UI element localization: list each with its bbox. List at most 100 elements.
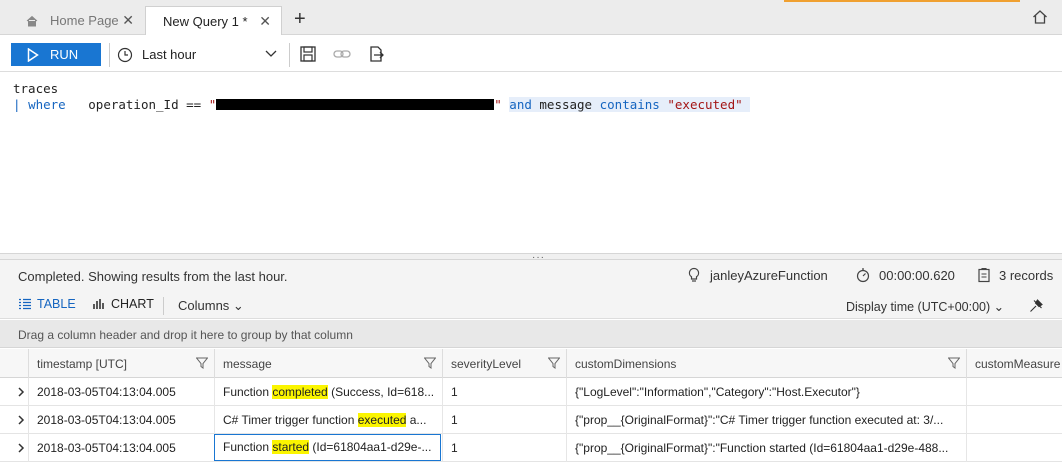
message-field: message (539, 97, 593, 112)
home-icon[interactable] (1032, 9, 1048, 25)
record-count: 3 records (999, 267, 1054, 283)
display-time-dropdown[interactable]: Display time (UTC+00:00) ⌄ (846, 299, 1004, 314)
editor-line-2: | where operation_Id == " " and message c… (13, 97, 751, 112)
add-tab-icon[interactable]: + (294, 9, 306, 29)
table-icon (19, 298, 31, 310)
tab-query-label: New Query 1 * (163, 13, 248, 29)
bar-chart-icon (93, 299, 104, 309)
message-text: (Id=61804aa1-d29e-... (309, 440, 432, 454)
column-header-label: severityLevel (451, 357, 522, 371)
column-header-timestamp[interactable]: timestamp [UTC] (28, 349, 214, 378)
close-icon[interactable]: ✕ (122, 12, 134, 29)
quote-open: " (208, 97, 217, 112)
chevron-right-icon[interactable] (16, 442, 26, 454)
cell-custom-measure (966, 434, 1062, 462)
message-text: C# Timer trigger function (223, 413, 358, 427)
column-header-custom-dimensions[interactable]: customDimensions (566, 349, 966, 378)
table-row[interactable]: 2018-03-05T04:13:04.005 C# Timer trigger… (0, 406, 1062, 434)
search-highlight: started (272, 440, 310, 454)
message-text: (Success, Id=618... (327, 385, 435, 399)
column-header-label: customMeasure (975, 357, 1061, 371)
chevron-down-icon (265, 50, 277, 57)
app-name: janleyAzureFunction (710, 267, 828, 283)
cell-timestamp: 2018-03-05T04:13:04.005 (28, 406, 214, 434)
query-duration: 00:00:00.620 (879, 267, 955, 283)
search-highlight: completed (272, 385, 328, 399)
cell-message: Function completed (Success, Id=618... (214, 378, 442, 406)
tab-chart[interactable]: CHART (92, 297, 154, 311)
filter-icon[interactable] (424, 357, 436, 369)
column-header-label: message (223, 357, 272, 371)
clock-icon (117, 47, 133, 62)
filter-icon[interactable] (548, 357, 560, 369)
cell-timestamp: 2018-03-05T04:13:04.005 (28, 434, 214, 462)
export-icon[interactable] (366, 44, 386, 64)
tab-new-query[interactable]: New Query 1 * ✕ (145, 6, 282, 35)
query-editor[interactable]: traces | where operation_Id == " " and me… (0, 73, 1062, 253)
cell-severity-level: 1 (442, 406, 566, 434)
view-divider (163, 297, 164, 315)
cell-timestamp: 2018-03-05T04:13:04.005 (28, 378, 214, 406)
column-header-severity-level[interactable]: severityLevel (442, 349, 566, 378)
cell-severity-level: 1 (442, 378, 566, 406)
column-header-label: timestamp [UTC] (37, 357, 128, 371)
duration-indicator: 00:00:00.620 (855, 267, 955, 283)
records-indicator: 3 records (977, 267, 1053, 283)
close-icon[interactable]: ✕ (259, 13, 271, 30)
and-keyword: and (509, 97, 532, 112)
cell-custom-dimensions: {"LogLevel":"Information","Category":"Ho… (566, 378, 966, 406)
search-string: "executed" (667, 97, 743, 112)
message-text: a... (406, 413, 427, 427)
search-highlight: executed (357, 413, 407, 427)
message-text: Function (223, 440, 273, 454)
results-status-bar: Completed. Showing results from the last… (0, 260, 1062, 292)
where-keyword: where (28, 97, 66, 112)
pin-icon[interactable] (1029, 299, 1043, 313)
cell-message[interactable]: Function started (Id=61804aa1-d29e-... (214, 434, 441, 461)
tab-strip-accent (784, 0, 1020, 2)
filter-icon[interactable] (196, 357, 208, 369)
selected-clause: and message contains "executed" (509, 97, 751, 112)
tab-table[interactable]: TABLE (18, 297, 76, 311)
time-range-select[interactable]: Last hour (117, 43, 281, 66)
editor-results-splitter[interactable]: ··· (0, 252, 1062, 263)
status-message: Completed. Showing results from the last… (18, 269, 288, 284)
tab-table-label: TABLE (37, 297, 76, 311)
toolbar-divider (109, 43, 110, 67)
query-toolbar: RUN Last hour (0, 36, 1062, 72)
toolbar-divider (289, 43, 290, 67)
chevron-right-icon[interactable] (16, 414, 26, 426)
grid-header: timestamp [UTC] message severityLevel cu… (0, 349, 1062, 378)
link-icon[interactable] (332, 44, 352, 64)
group-by-panel[interactable]: Drag a column header and drop it here to… (0, 320, 1062, 348)
chevron-right-icon[interactable] (16, 386, 26, 398)
cell-custom-dimensions: {"prop__{OriginalFormat}":"C# Timer trig… (566, 406, 966, 434)
column-header-label: customDimensions (575, 357, 677, 371)
editor-line-1: traces (13, 81, 59, 96)
cell-custom-measure (966, 406, 1062, 434)
save-icon[interactable] (298, 44, 318, 64)
time-range-value: Last hour (142, 47, 197, 62)
tab-home-label: Home Page (50, 13, 119, 28)
filter-icon[interactable] (948, 357, 960, 369)
results-grid: timestamp [UTC] message severityLevel cu… (0, 349, 1062, 473)
table-row[interactable]: 2018-03-05T04:13:04.005 Function complet… (0, 378, 1062, 406)
home-icon (26, 15, 38, 27)
cell-message: C# Timer trigger function executed a... (214, 406, 442, 434)
run-label: RUN (50, 47, 79, 62)
cell-custom-measure (966, 378, 1062, 406)
column-header-custom-measure[interactable]: customMeasure (966, 349, 1062, 378)
column-header-message[interactable]: message (214, 349, 442, 378)
lightbulb-icon (688, 267, 700, 282)
tab-home-page[interactable]: Home Page ✕ (10, 6, 144, 35)
group-by-hint: Drag a column header and drop it here to… (18, 328, 353, 342)
contains-keyword: contains (599, 97, 660, 112)
stopwatch-icon (856, 268, 870, 283)
table-row[interactable]: 2018-03-05T04:13:04.005 Function started… (0, 434, 1062, 462)
tab-strip: Home Page ✕ New Query 1 * ✕ + (0, 0, 1062, 35)
run-button[interactable]: RUN (11, 43, 101, 66)
cell-custom-dimensions: {"prop__{OriginalFormat}":"Function star… (566, 434, 966, 462)
cell-severity-level: 1 (442, 434, 566, 462)
columns-dropdown[interactable]: Columns ⌄ (178, 298, 244, 314)
message-text: Function (223, 385, 273, 399)
